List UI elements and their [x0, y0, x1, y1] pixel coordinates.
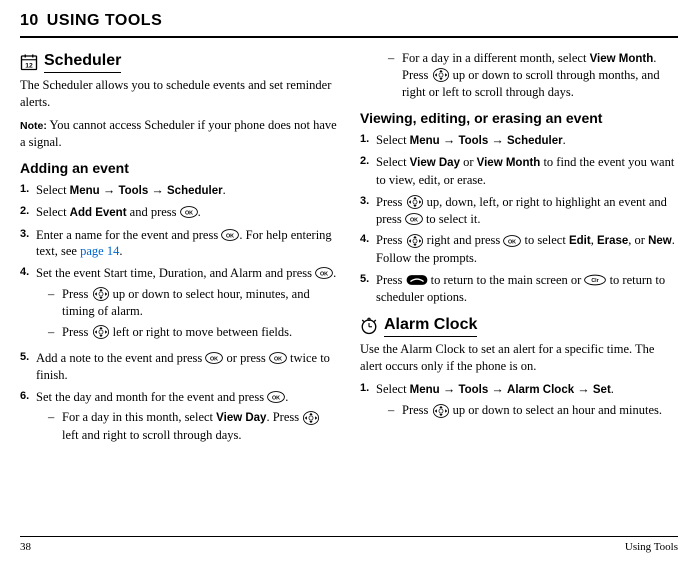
- nav-key-icon: [432, 404, 450, 418]
- step-body: Select Menu → Tools → Alarm Clock → Set.…: [376, 381, 678, 423]
- list-item: 4. Set the event Start time, Duration, a…: [20, 265, 338, 345]
- nav-key-icon: [92, 287, 110, 301]
- ok-key-icon: [503, 235, 521, 247]
- step-number: 5.: [360, 272, 376, 306]
- step-body: Select View Day or View Month to find th…: [376, 154, 678, 188]
- list-item: 2. Select View Day or View Month to find…: [360, 154, 678, 188]
- step-body: Enter a name for the event and press . F…: [36, 227, 338, 261]
- alarm-clock-intro: Use the Alarm Clock to set an alert for …: [360, 341, 678, 375]
- footer-section: Using Tools: [625, 540, 678, 555]
- scheduler-heading: Scheduler: [44, 50, 121, 74]
- page-footer: 38 Using Tools: [20, 536, 678, 555]
- note-label: Note:: [20, 120, 47, 132]
- list-item: 6. Set the day and month for the event a…: [20, 389, 338, 448]
- viewing-steps: 1. Select Menu → Tools → Scheduler. 2. S…: [360, 132, 678, 306]
- step-number: 1.: [360, 132, 376, 150]
- list-item: 1. Select Menu → Tools → Alarm Clock → S…: [360, 381, 678, 423]
- step-number: 6.: [20, 389, 36, 448]
- step-number: 1.: [20, 182, 36, 200]
- nav-key-icon: [432, 68, 450, 82]
- step-number: 2.: [20, 204, 36, 222]
- end-key-icon: [406, 274, 428, 286]
- ok-key-icon: [267, 391, 285, 403]
- list-item: 1. Select Menu → Tools → Scheduler.: [360, 132, 678, 150]
- list-item: – For a day in a different month, select…: [388, 50, 678, 101]
- list-item: 2. Select Add Event and press .: [20, 204, 338, 222]
- left-column: Scheduler The Scheduler allows you to sc…: [20, 48, 338, 453]
- right-column: – For a day in a different month, select…: [360, 48, 678, 453]
- nav-key-icon: [302, 411, 320, 425]
- list-item: – Press up or down to select hour, minut…: [48, 286, 338, 320]
- sub-list: – For a day in this month, select View D…: [36, 409, 338, 443]
- step-number: 4.: [20, 265, 36, 345]
- page-link[interactable]: page 14: [80, 244, 119, 258]
- adding-event-heading: Adding an event: [20, 159, 338, 178]
- viewing-heading: Viewing, editing, or erasing an event: [360, 109, 678, 128]
- list-item: 3. Press up, down, left, or right to hig…: [360, 194, 678, 228]
- ok-key-icon: [269, 352, 287, 364]
- chapter-header: 10 USING TOOLS: [20, 10, 678, 38]
- step-body: Set the day and month for the event and …: [36, 389, 338, 448]
- adding-event-steps: 1. Select Menu → Tools → Scheduler. 2. S…: [20, 182, 338, 448]
- nav-key-icon: [92, 325, 110, 339]
- step-number: 5.: [20, 350, 36, 384]
- nav-key-icon: [406, 234, 424, 248]
- list-item: 5. Press to return to the main screen or…: [360, 272, 678, 306]
- note-body: You cannot access Scheduler if your phon…: [20, 118, 337, 149]
- step-number: 4.: [360, 232, 376, 266]
- ok-key-icon: [221, 229, 239, 241]
- step-body: Press to return to the main screen or to…: [376, 272, 678, 306]
- scheduler-heading-row: Scheduler: [20, 50, 338, 76]
- list-item: – For a day in this month, select View D…: [48, 409, 338, 443]
- sub-list: – Press up or down to select hour, minut…: [36, 286, 338, 341]
- step-body: Press right and press to select Edit, Er…: [376, 232, 678, 266]
- alarm-clock-heading: Alarm Clock: [384, 314, 477, 338]
- chapter-title: USING TOOLS: [47, 12, 162, 29]
- continued-sub-list: – For a day in a different month, select…: [360, 50, 678, 101]
- ok-key-icon: [180, 206, 198, 218]
- step-number: 3.: [20, 227, 36, 261]
- step-body: Select Menu → Tools → Scheduler.: [376, 132, 678, 150]
- step-body: Set the event Start time, Duration, and …: [36, 265, 338, 345]
- alarm-clock-icon: [360, 317, 378, 335]
- ok-key-icon: [205, 352, 223, 364]
- alarm-clock-steps: 1. Select Menu → Tools → Alarm Clock → S…: [360, 381, 678, 423]
- step-body: Select Menu → Tools → Scheduler.: [36, 182, 338, 200]
- page-number: 38: [20, 540, 31, 555]
- nav-key-icon: [406, 195, 424, 209]
- step-number: 1.: [360, 381, 376, 423]
- alarm-clock-heading-row: Alarm Clock: [360, 314, 678, 340]
- scheduler-note: Note: You cannot access Scheduler if you…: [20, 117, 338, 151]
- step-number: 2.: [360, 154, 376, 188]
- list-item: 4. Press right and press to select Edit,…: [360, 232, 678, 266]
- list-item: – Press up or down to select an hour and…: [388, 402, 678, 419]
- step-body: Select Add Event and press .: [36, 204, 338, 222]
- sub-list: – Press up or down to select an hour and…: [376, 402, 678, 419]
- list-item: – Press left or right to move between fi…: [48, 324, 338, 341]
- list-item: 5. Add a note to the event and press or …: [20, 350, 338, 384]
- step-number: 3.: [360, 194, 376, 228]
- ok-key-icon: [315, 267, 333, 279]
- list-item: 3. Enter a name for the event and press …: [20, 227, 338, 261]
- step-body: Press up, down, left, or right to highli…: [376, 194, 678, 228]
- calendar-icon: [20, 53, 38, 71]
- scheduler-intro: The Scheduler allows you to schedule eve…: [20, 77, 338, 111]
- list-item: 1. Select Menu → Tools → Scheduler.: [20, 182, 338, 200]
- ok-key-icon: [405, 213, 423, 225]
- step-body: Add a note to the event and press or pre…: [36, 350, 338, 384]
- clr-key-icon: [584, 274, 606, 286]
- chapter-number: 10: [20, 12, 39, 29]
